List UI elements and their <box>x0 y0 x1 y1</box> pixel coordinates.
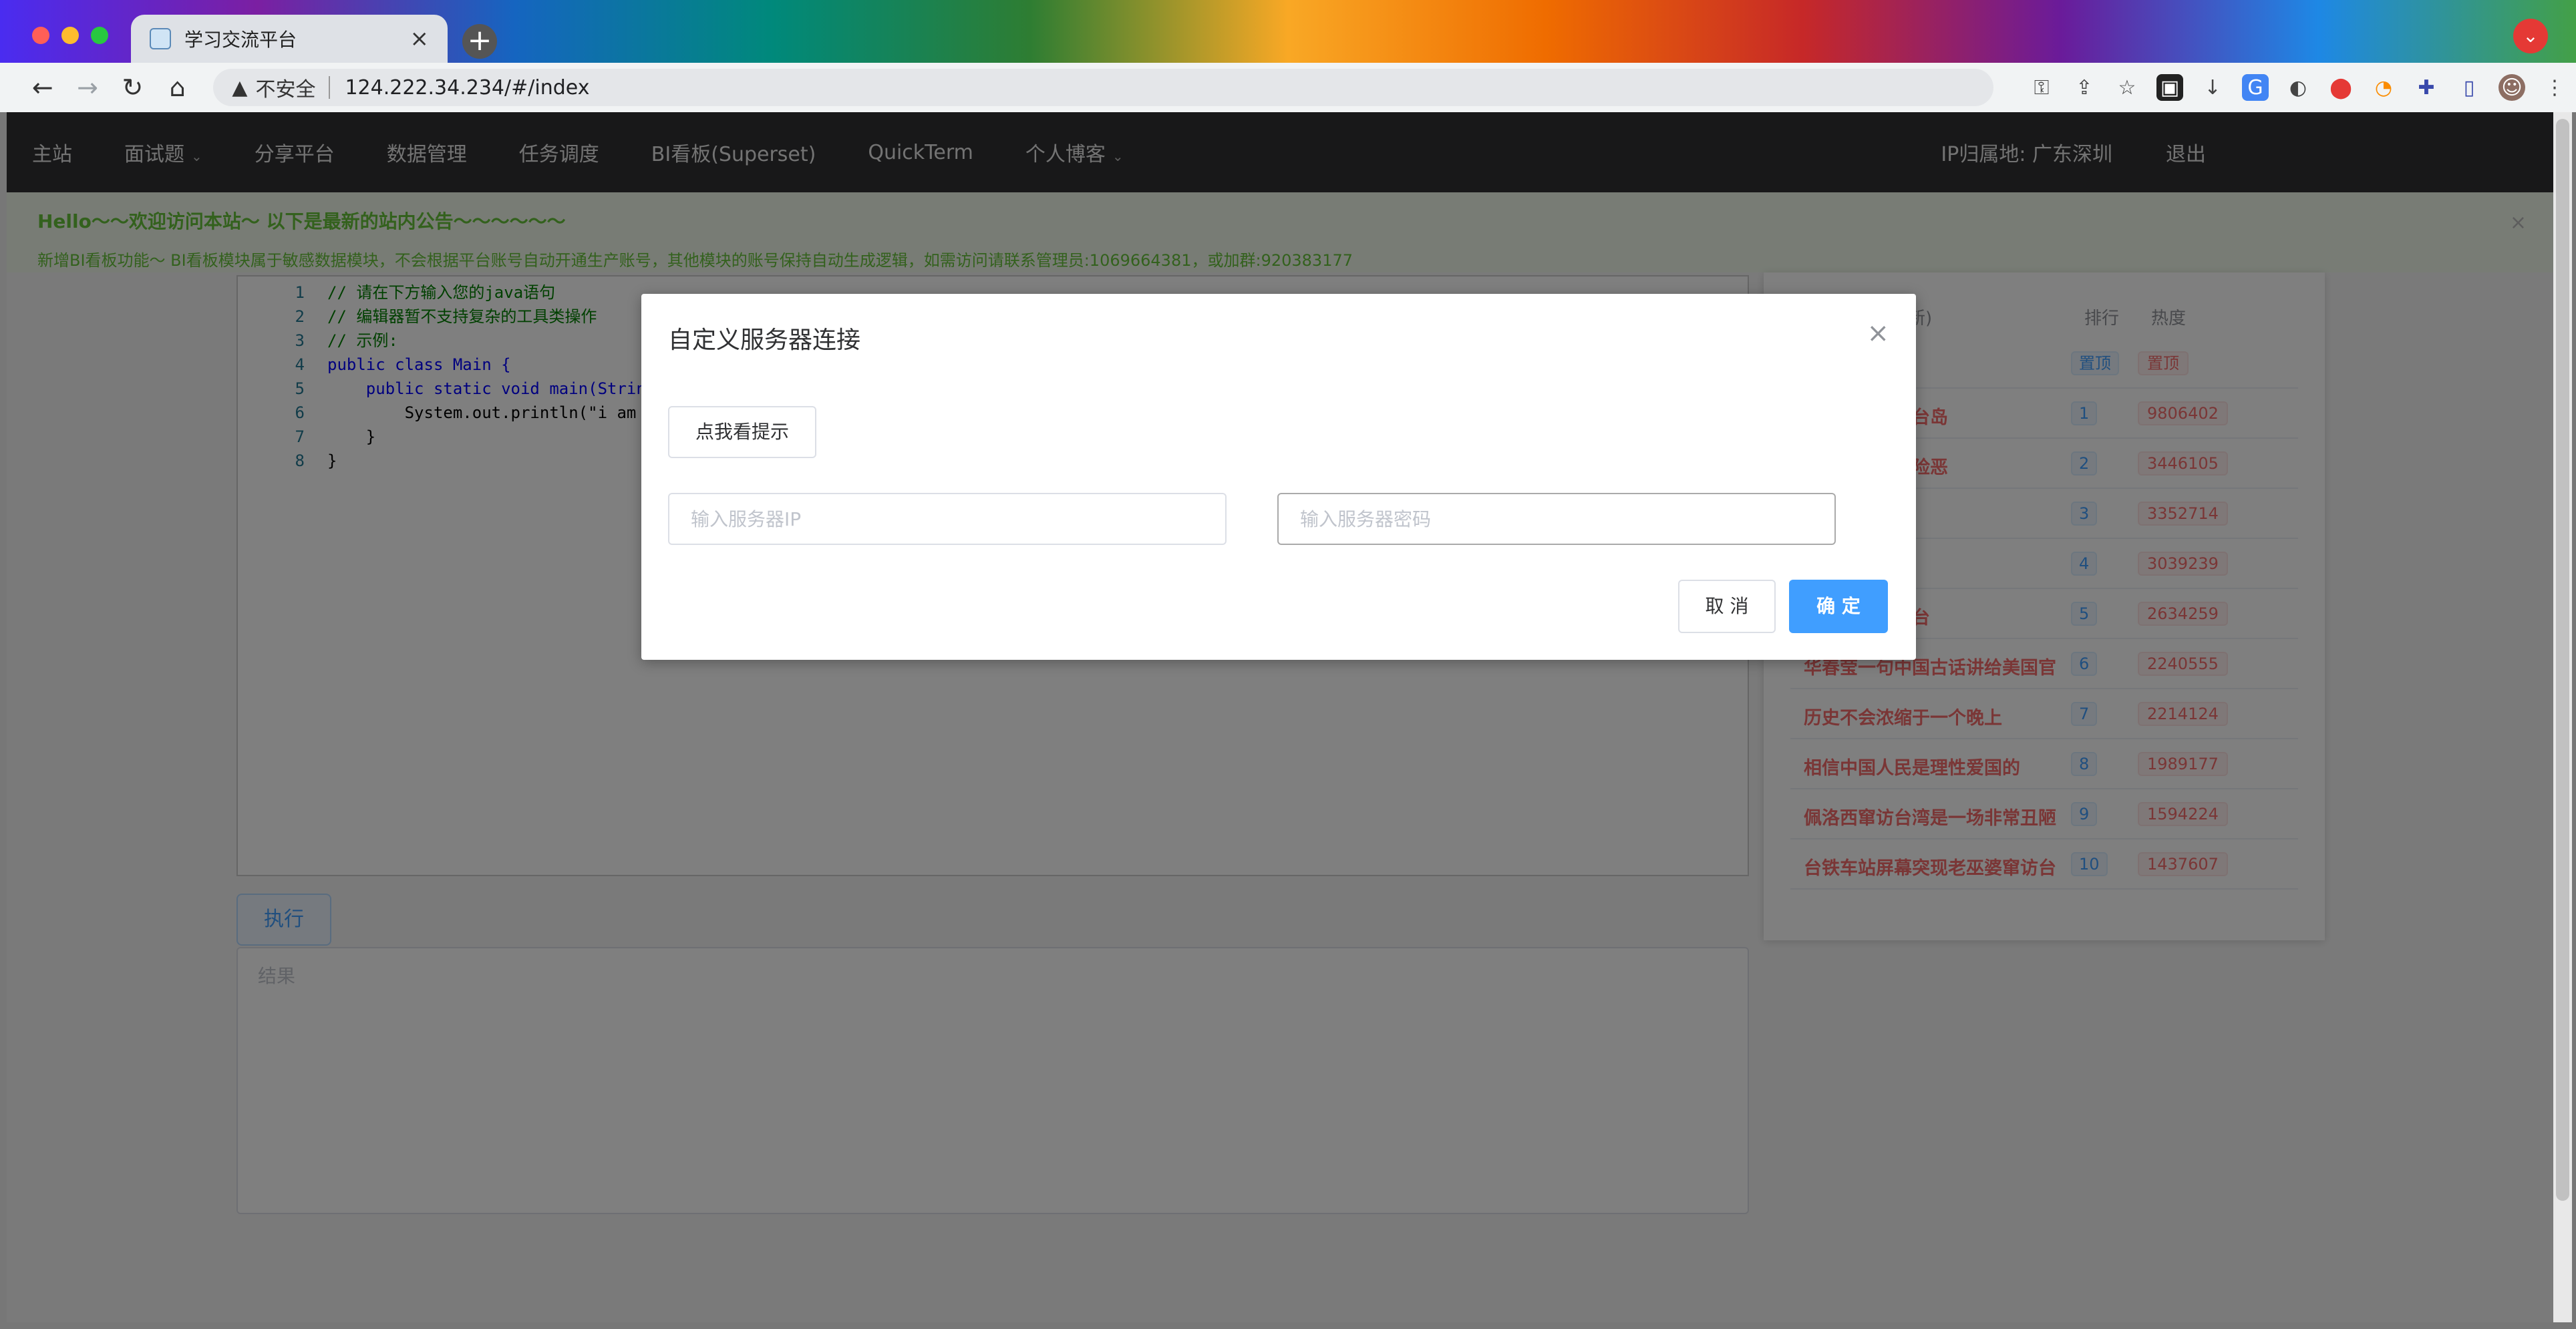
reload-icon[interactable]: ↻ <box>110 73 155 102</box>
sidepanel-icon[interactable]: ▯ <box>2456 74 2482 101</box>
extension-circle-icon[interactable]: ◐ <box>2285 74 2311 101</box>
translate-icon[interactable]: G <box>2242 74 2269 101</box>
new-tab-button[interactable]: + <box>462 24 497 59</box>
browser-tab[interactable]: 学习交流平台 × <box>131 15 448 63</box>
extension-color-icon[interactable]: ◔ <box>2370 74 2397 101</box>
favicon-icon <box>150 28 171 49</box>
tab-title: 学习交流平台 <box>184 29 297 51</box>
extensions-bar: ⚿ ⇪ ☆ ▣ ↓ G ◐ ⬤ ◔ ✚ ▯ ☺ ⋮ <box>2020 74 2576 101</box>
download-icon[interactable]: ↓ <box>2199 74 2226 101</box>
warning-icon: ▲ <box>232 75 248 100</box>
dialog-title: 自定义服务器连接 <box>668 327 861 354</box>
address-bar[interactable]: ▲ 不安全 124.222.34.234/#/index <box>213 69 1993 106</box>
confirm-button[interactable]: 确 定 <box>1789 580 1888 633</box>
tab-search-icon[interactable]: ⌄ <box>2513 19 2548 53</box>
window-maximize-control[interactable] <box>91 27 108 44</box>
extension-red-icon[interactable]: ⬤ <box>2327 74 2354 101</box>
insecure-label[interactable]: 不安全 <box>255 73 315 102</box>
server-ip-input[interactable] <box>668 493 1227 545</box>
menu-icon[interactable]: ⋮ <box>2541 74 2568 101</box>
star-icon[interactable]: ☆ <box>2114 74 2140 101</box>
show-hint-button[interactable]: 点我看提示 <box>668 406 816 458</box>
share-icon[interactable]: ⇪ <box>2071 74 2098 101</box>
cancel-button[interactable]: 取 消 <box>1678 580 1776 633</box>
extension-icon[interactable]: ▣ <box>2156 74 2183 101</box>
back-icon[interactable]: ← <box>20 73 65 102</box>
server-password-input[interactable] <box>1277 493 1836 545</box>
window-close-control[interactable] <box>32 27 49 44</box>
home-icon[interactable]: ⌂ <box>155 73 200 102</box>
url-separator <box>329 76 331 99</box>
avatar[interactable]: ☺ <box>2499 74 2525 101</box>
window-minimize-control[interactable] <box>61 27 79 44</box>
tab-close-icon[interactable]: × <box>410 25 430 52</box>
key-icon[interactable]: ⚿ <box>2028 74 2055 101</box>
server-connection-dialog: 自定义服务器连接 × 点我看提示 取 消 确 定 <box>641 294 1916 660</box>
scroll-thumb[interactable] <box>2556 119 2569 1201</box>
puzzle-icon[interactable]: ✚ <box>2413 74 2440 101</box>
url-text[interactable]: 124.222.34.234/#/index <box>345 76 589 100</box>
browser-toolbar: ← → ↻ ⌂ ▲ 不安全 124.222.34.234/#/index ⚿ ⇪… <box>0 63 2576 112</box>
page-scrollbar[interactable] <box>2553 112 2572 1322</box>
forward-icon[interactable]: → <box>65 73 110 102</box>
browser-tab-strip: 学习交流平台 × + ⌄ <box>0 0 2576 63</box>
close-icon[interactable]: × <box>1867 318 1889 349</box>
